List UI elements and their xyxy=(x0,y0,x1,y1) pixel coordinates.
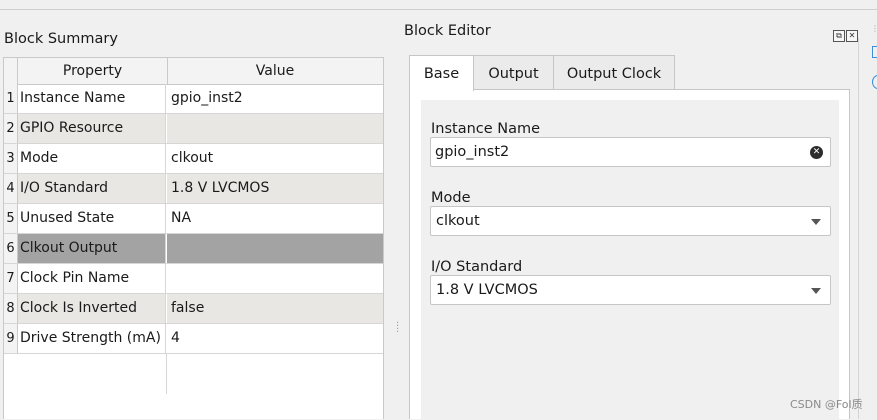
property-value[interactable]: 1.8 V LVCMOS xyxy=(167,174,383,203)
watermark: CSDN @Fol质 xyxy=(790,398,863,411)
row-number: 3 xyxy=(4,144,18,173)
mode-value: clkout xyxy=(436,213,480,229)
row-number: 6 xyxy=(4,234,18,263)
property-name: Drive Strength (mA) xyxy=(18,324,166,353)
table-row-selected[interactable]: 6 Clkout Output xyxy=(4,234,383,264)
table-body: 1 Instance Name gpio_inst2 2 GPIO Resour… xyxy=(4,84,383,354)
vertical-divider xyxy=(858,38,859,419)
instance-name-input[interactable]: gpio_inst2 ✕ xyxy=(430,137,831,167)
tab-output[interactable]: Output xyxy=(473,55,554,89)
top-border xyxy=(0,0,877,10)
property-name: Instance Name xyxy=(18,84,166,113)
block-editor-title: Block Editor xyxy=(404,23,491,39)
property-name: Clock Is Inverted xyxy=(18,294,166,323)
block-summary-table: Property Value 1 Instance Name gpio_inst… xyxy=(3,57,384,419)
column-header-value[interactable]: Value xyxy=(167,58,383,84)
tab-output-clock[interactable]: Output Clock xyxy=(553,55,675,89)
io-standard-select[interactable]: 1.8 V LVCMOS xyxy=(430,275,831,305)
clear-icon[interactable]: ✕ xyxy=(810,146,823,159)
instance-name-value: gpio_inst2 xyxy=(435,144,510,160)
column-header-property[interactable]: Property xyxy=(17,58,168,84)
table-row[interactable]: 8 Clock Is Inverted false xyxy=(4,294,383,324)
property-value[interactable]: false xyxy=(167,294,383,323)
side-panel-icon[interactable] xyxy=(872,46,877,58)
property-name: Unused State xyxy=(18,204,166,233)
column-divider-filler xyxy=(18,354,167,394)
table-row[interactable]: 2 GPIO Resource xyxy=(4,114,383,144)
property-name: Mode xyxy=(18,144,166,173)
instance-name-label: Instance Name xyxy=(431,121,541,137)
row-number: 4 xyxy=(4,174,18,203)
table-row[interactable]: 9 Drive Strength (mA) 4 xyxy=(4,324,383,354)
tab-panel-base: Instance Name gpio_inst2 ✕ Mode clkout I… xyxy=(409,89,850,420)
property-value[interactable]: 4 xyxy=(167,324,383,353)
dock-grip-icon[interactable]: ⋮ xyxy=(871,24,877,33)
base-form: Instance Name gpio_inst2 ✕ Mode clkout I… xyxy=(421,100,839,420)
table-row[interactable]: 3 Mode clkout xyxy=(4,144,383,174)
io-standard-label: I/O Standard xyxy=(431,259,523,275)
block-summary-title: Block Summary xyxy=(4,31,118,47)
property-value[interactable] xyxy=(167,264,383,293)
property-name: GPIO Resource xyxy=(18,114,166,143)
property-value[interactable]: NA xyxy=(167,204,383,233)
table-row[interactable]: 1 Instance Name gpio_inst2 xyxy=(4,84,383,114)
table-row[interactable]: 4 I/O Standard 1.8 V LVCMOS xyxy=(4,174,383,204)
dock-window-buttons: ⧉ ✕ xyxy=(832,26,858,42)
mode-label: Mode xyxy=(431,190,471,206)
panel-splitter-handle[interactable]: · · · · xyxy=(396,319,399,338)
property-value[interactable] xyxy=(167,114,383,143)
row-number: 2 xyxy=(4,114,18,143)
table-header: Property Value xyxy=(4,58,383,85)
mode-select[interactable]: clkout xyxy=(430,206,831,236)
chevron-down-icon xyxy=(811,288,821,294)
property-value[interactable]: clkout xyxy=(167,144,383,173)
float-icon[interactable]: ⧉ xyxy=(833,30,845,42)
property-value[interactable] xyxy=(167,234,383,263)
property-value[interactable]: gpio_inst2 xyxy=(167,84,383,113)
property-name: Clock Pin Name xyxy=(18,264,166,293)
property-name: Clkout Output xyxy=(18,234,166,263)
close-icon[interactable]: ✕ xyxy=(846,30,858,42)
row-number: 9 xyxy=(4,324,18,353)
chevron-down-icon xyxy=(811,219,821,225)
row-number: 7 xyxy=(4,264,18,293)
side-info-icon[interactable] xyxy=(872,75,877,89)
io-standard-value: 1.8 V LVCMOS xyxy=(436,282,538,298)
row-number: 8 xyxy=(4,294,18,323)
row-number: 1 xyxy=(4,84,18,113)
table-row[interactable]: 5 Unused State NA xyxy=(4,204,383,234)
tab-base[interactable]: Base xyxy=(409,55,474,91)
row-number: 5 xyxy=(4,204,18,233)
table-row[interactable]: 7 Clock Pin Name xyxy=(4,264,383,294)
property-name: I/O Standard xyxy=(18,174,166,203)
